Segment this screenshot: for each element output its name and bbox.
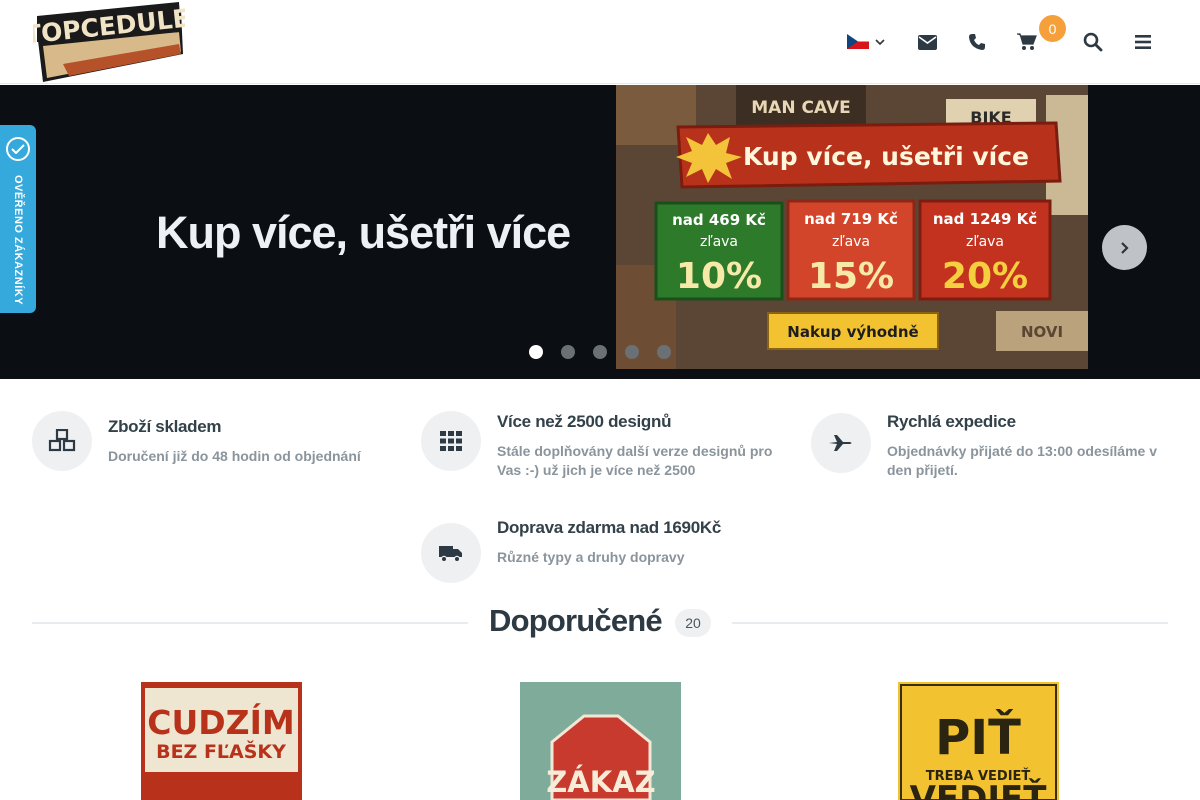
grid-icon	[421, 411, 481, 471]
menu-icon[interactable]	[1129, 28, 1157, 56]
cubes-icon	[32, 411, 92, 471]
product-card-2[interactable]: ZÁKAZ	[520, 682, 681, 800]
slider-dot-3[interactable]	[593, 345, 607, 359]
cart-icon[interactable]	[1013, 28, 1041, 56]
hero-title: Kup více, ušetři více	[156, 207, 571, 258]
product-3-line-3: VEDIEŤ	[910, 778, 1048, 800]
svg-text:20%: 20%	[942, 256, 1028, 297]
svg-text:zľava: zľava	[832, 234, 870, 250]
svg-text:15%: 15%	[808, 256, 894, 297]
product-1-line-1: CUDZÍM	[147, 702, 294, 742]
svg-text:nad 469 Kč: nad 469 Kč	[672, 211, 766, 229]
heureka-seal-icon	[6, 137, 30, 161]
chevron-down-icon[interactable]	[870, 28, 890, 56]
feature-desc: Doručení již do 48 hodin od objednání	[108, 448, 361, 464]
svg-text:nad 719 Kč: nad 719 Kč	[804, 210, 898, 228]
envelope-icon[interactable]	[913, 28, 941, 56]
product-1-line-2: BEZ FĽAŠKY	[156, 739, 286, 763]
verified-by-customers-badge[interactable]: OVĚŘENO ZÁKAZNÍKY	[0, 125, 36, 313]
svg-text:zľava: zľava	[700, 234, 738, 250]
feature-desc: Objednávky přijaté do 13:00 odesíláme v …	[887, 443, 1157, 478]
product-2-line-1: ZÁKAZ	[546, 765, 655, 799]
product-3-line-1: PIŤ	[935, 709, 1021, 766]
tier-2: nad 719 Kč zľava 15%	[786, 199, 916, 301]
banner-sign-novi: NOVI	[1021, 323, 1063, 341]
feature-desc: Stále doplňovány další verze designů pro…	[497, 443, 773, 478]
feature-title: Doprava zdarma nad 1690Kč	[497, 518, 721, 537]
feature-desc: Různé typy a druhy dopravy	[497, 549, 685, 565]
section-count-badge: 20	[675, 609, 711, 637]
cart-count-badge: 0	[1039, 15, 1066, 42]
product-card-1[interactable]: CUDZÍM BEZ FĽAŠKY	[141, 682, 302, 800]
product-card-3[interactable]: PIŤ TREBA VEDIEŤ VEDIEŤ	[898, 682, 1059, 800]
section-divider-left	[32, 622, 468, 624]
banner-cta[interactable]: Nakup výhodně	[787, 323, 918, 341]
feature-title: Zboží skladem	[108, 417, 222, 436]
svg-text:10%: 10%	[676, 256, 762, 297]
slider-next-button[interactable]	[1102, 225, 1147, 270]
tier-3: nad 1249 Kč zľava 20%	[918, 199, 1052, 301]
section-title: Doporučené	[489, 603, 663, 638]
feature-title: Více než 2500 designů	[497, 412, 672, 431]
slider-dot-1[interactable]	[529, 345, 543, 359]
tier-1: nad 469 Kč zľava 10%	[654, 201, 784, 301]
verified-badge-label: OVĚŘENO ZÁKAZNÍKY	[12, 174, 24, 306]
phone-icon[interactable]	[963, 28, 991, 56]
promo-banner[interactable]: MAN CAVE BIKE NOVI Kup více, ušetři více…	[616, 85, 1088, 369]
site-header: TOPCEDULE 0	[0, 0, 1200, 84]
truck-icon	[421, 523, 481, 583]
feature-title: Rychlá expedice	[887, 412, 1016, 431]
slider-dots	[529, 345, 671, 359]
svg-text:nad 1249 Kč: nad 1249 Kč	[933, 210, 1037, 228]
search-icon[interactable]	[1079, 28, 1107, 56]
slider-dot-2[interactable]	[561, 345, 575, 359]
logo[interactable]: TOPCEDULE	[23, 2, 191, 82]
language-flag-icon[interactable]	[847, 34, 869, 49]
slider-dot-5[interactable]	[657, 345, 671, 359]
plane-icon	[811, 413, 871, 473]
banner-sign-mancave: MAN CAVE	[751, 98, 850, 118]
hero-slider: Kup více, ušetři více MAN CAVE BIKE NOVI…	[0, 85, 1200, 379]
slider-dot-4[interactable]	[625, 345, 639, 359]
section-divider-right	[732, 622, 1168, 624]
banner-headline: Kup více, ušetři více	[743, 142, 1029, 171]
svg-text:zľava: zľava	[966, 234, 1004, 250]
